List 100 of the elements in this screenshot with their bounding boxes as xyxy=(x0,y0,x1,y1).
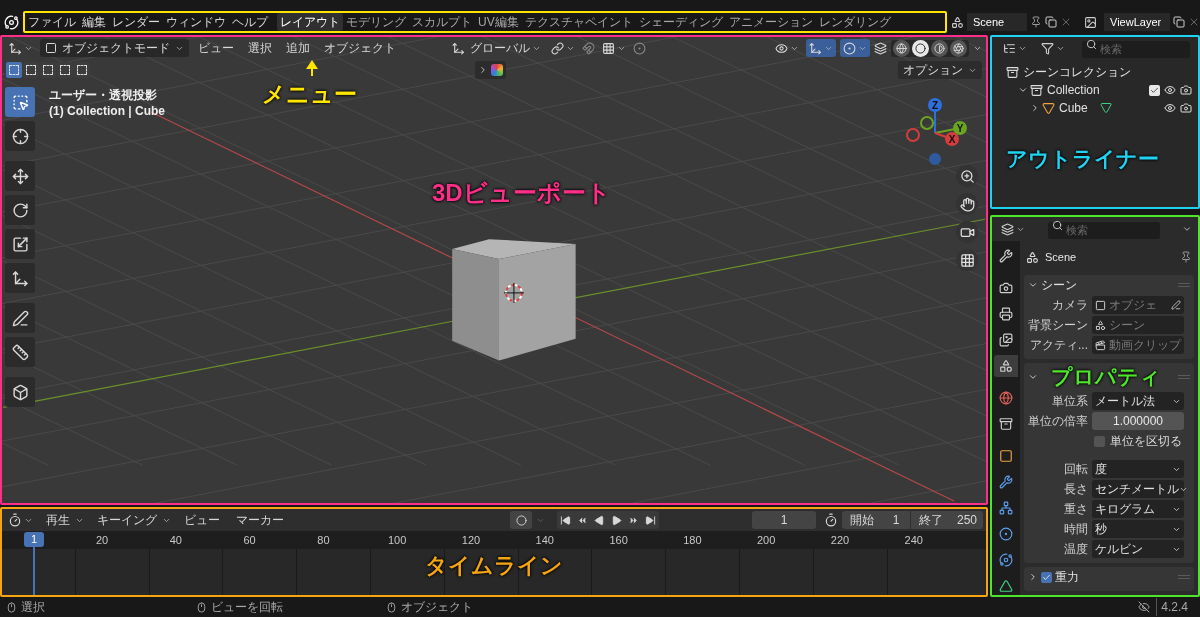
mouse-icon xyxy=(196,601,207,613)
outliner-item[interactable]: シーンコレクション xyxy=(1023,63,1131,81)
collection-icon xyxy=(1030,83,1043,97)
overlay-dropdown[interactable] xyxy=(840,39,870,57)
select-mode-button[interactable] xyxy=(23,62,39,78)
orientation-dropdown[interactable]: グローバル xyxy=(449,39,544,57)
shading-button[interactable] xyxy=(950,39,967,57)
shading-button[interactable] xyxy=(931,39,948,57)
tool-button[interactable] xyxy=(5,195,35,225)
dropdown[interactable]: 秒 xyxy=(1092,520,1184,538)
menu-item[interactable]: ヘルプ xyxy=(229,13,271,31)
select-mode-button[interactable] xyxy=(74,62,90,78)
workspace-tab[interactable]: シェーディング xyxy=(635,13,726,31)
menu-item[interactable]: ウィンドウ xyxy=(163,13,229,31)
number-field[interactable]: 1.000000 xyxy=(1092,412,1184,430)
outliner-item[interactable]: Cube xyxy=(1059,99,1088,117)
tool-button[interactable] xyxy=(5,263,35,293)
negative-axis-handle[interactable] xyxy=(906,128,920,142)
tool-button[interactable] xyxy=(5,161,35,191)
frame-tick-label: 160 xyxy=(608,533,629,548)
select-mode-button[interactable] xyxy=(57,62,73,78)
dashed-square-icon xyxy=(77,65,87,75)
tool-button[interactable] xyxy=(5,303,35,333)
view-menu-item[interactable]: ビュー xyxy=(193,39,239,57)
camera-icon xyxy=(1180,102,1192,114)
workspace-tab[interactable]: モデリング xyxy=(343,13,409,31)
mode-dropdown[interactable]: オブジェクトモード xyxy=(40,39,189,57)
workspace-tab[interactable]: アニメーション xyxy=(725,13,816,31)
checkbox[interactable] xyxy=(1041,571,1052,583)
negative-axis-handle[interactable] xyxy=(920,116,934,130)
search-field[interactable]: 検索 xyxy=(1082,40,1190,58)
workspace-tab[interactable]: レイアウト xyxy=(277,13,343,31)
3d-cursor-icon xyxy=(503,282,525,304)
expand-chevron-icon[interactable] xyxy=(1028,280,1038,290)
sidebar-toggle[interactable] xyxy=(475,61,506,79)
tool-button[interactable] xyxy=(5,121,35,151)
dropdown[interactable]: センチメートル xyxy=(1092,480,1184,498)
view-layer-icon xyxy=(1084,15,1097,29)
workspace-tab[interactable]: テクスチャペイント xyxy=(521,13,636,31)
tool-button[interactable] xyxy=(5,229,35,259)
datablock-field[interactable]: オブジェ xyxy=(1092,296,1184,314)
menu-item[interactable]: 編集 xyxy=(79,13,109,31)
expand-chevron-icon[interactable] xyxy=(1018,85,1028,95)
timeline-menu-dropdown[interactable]: 再生 xyxy=(40,511,87,529)
dropdown[interactable]: 度 xyxy=(1092,460,1184,478)
navigation-button[interactable] xyxy=(956,165,978,187)
gizmo-dropdown[interactable] xyxy=(806,39,836,57)
end-frame-field[interactable]: 250 xyxy=(951,511,983,529)
add-cube-icon xyxy=(11,383,29,401)
options-dropdown[interactable]: オプション xyxy=(898,61,982,79)
particles-tab-icon xyxy=(999,501,1013,515)
dropdown[interactable]: ケルビン xyxy=(1092,540,1184,558)
frame-tick-label: 220 xyxy=(829,533,851,548)
workspace-tab[interactable]: スカルプト xyxy=(409,13,475,31)
keying-button[interactable] xyxy=(510,511,532,529)
view-menu-item[interactable]: 選択 xyxy=(243,39,277,57)
menu-item[interactable]: レンダー xyxy=(109,13,163,31)
checkbox[interactable] xyxy=(1094,435,1105,447)
workspace-tab[interactable]: UV編集 xyxy=(475,13,522,31)
axis-handle[interactable]: Z xyxy=(928,98,942,134)
dropdown[interactable]: キログラム xyxy=(1092,500,1184,518)
view-layer-tab-icon xyxy=(999,333,1013,347)
shading-button[interactable] xyxy=(912,39,929,57)
scene-field[interactable]: Scene xyxy=(967,13,1027,31)
panel-title[interactable]: シーン xyxy=(1041,276,1077,294)
property-label: アクティ... xyxy=(1029,337,1088,354)
current-frame-field[interactable]: 1 xyxy=(752,511,816,529)
datablock-field[interactable]: 動画クリップ xyxy=(1092,336,1184,354)
axes-icon xyxy=(809,41,822,55)
view-menu-item[interactable]: 追加 xyxy=(281,39,315,57)
menu-item[interactable]: ファイル xyxy=(25,13,79,31)
navigation-button[interactable] xyxy=(956,249,978,271)
exclude-checkbox[interactable] xyxy=(1149,84,1160,96)
timeline-menu-dropdown[interactable]: キーイング xyxy=(91,511,174,529)
shading-button[interactable] xyxy=(893,39,910,57)
timeline-menu-item[interactable]: マーカー xyxy=(230,511,290,529)
panel-title[interactable]: 重力 xyxy=(1055,568,1079,586)
select-mode-button[interactable] xyxy=(6,62,22,78)
dropdown[interactable]: メートル法 xyxy=(1092,392,1184,410)
tool-button[interactable] xyxy=(5,337,35,367)
search-field[interactable]: 検索 xyxy=(1048,221,1160,239)
property-tab[interactable] xyxy=(994,355,1018,377)
timeline-menu-item[interactable]: ビュー xyxy=(178,511,226,529)
start-frame-field[interactable]: 1 xyxy=(882,511,910,529)
workspace-tab[interactable]: レンダリング xyxy=(815,13,894,31)
view-layer-field[interactable]: ViewLayer xyxy=(1104,13,1170,31)
view-name-text: ユーザー・透視投影 xyxy=(49,87,158,103)
view-menu-item[interactable]: オブジェクト xyxy=(319,39,401,57)
navigation-button[interactable] xyxy=(956,221,978,243)
datablock-field[interactable]: シーン xyxy=(1092,316,1184,334)
expand-chevron-icon[interactable] xyxy=(1028,372,1038,382)
navigation-button[interactable] xyxy=(956,193,978,215)
negative-axis-handle[interactable] xyxy=(929,153,941,165)
collapse-chevron-icon[interactable] xyxy=(1030,103,1040,113)
outliner-item[interactable]: Collection xyxy=(1047,81,1100,99)
tool-button[interactable] xyxy=(5,377,35,407)
playhead-marker[interactable]: 1 xyxy=(24,532,44,547)
select-mode-button[interactable] xyxy=(40,62,56,78)
tool-button[interactable] xyxy=(5,87,35,117)
collapse-chevron-icon[interactable] xyxy=(1028,572,1038,582)
